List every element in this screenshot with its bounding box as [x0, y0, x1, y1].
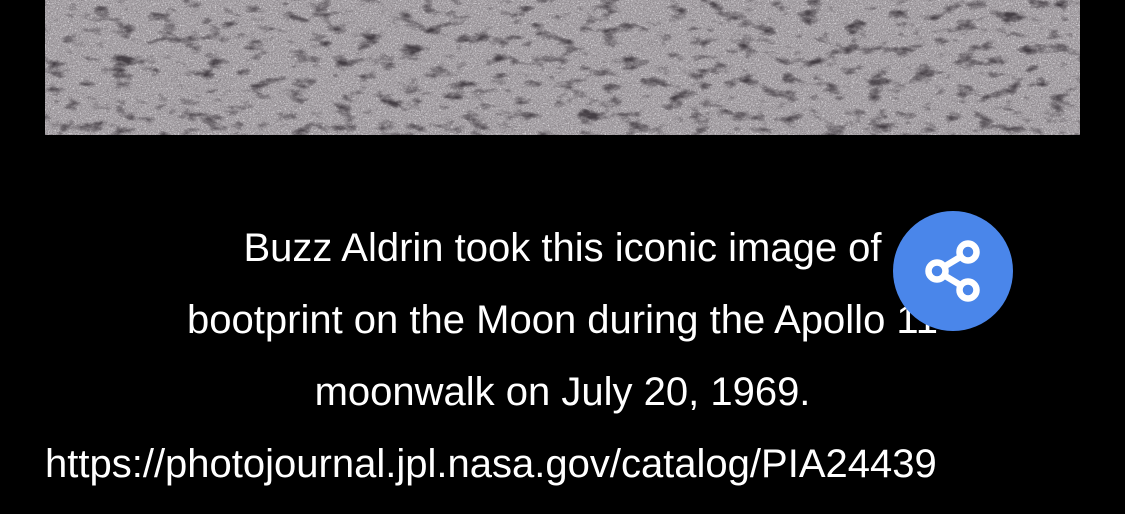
share-button[interactable]: [893, 211, 1013, 331]
moon-surface-photo: [45, 0, 1080, 135]
caption-line-3: moonwalk on July 20, 1969.: [314, 370, 811, 414]
source-link[interactable]: https://photojournal.jpl.nasa.gov/catalo…: [45, 428, 1125, 500]
share-icon: [925, 240, 980, 302]
lunar-regolith-image: [45, 0, 1080, 135]
